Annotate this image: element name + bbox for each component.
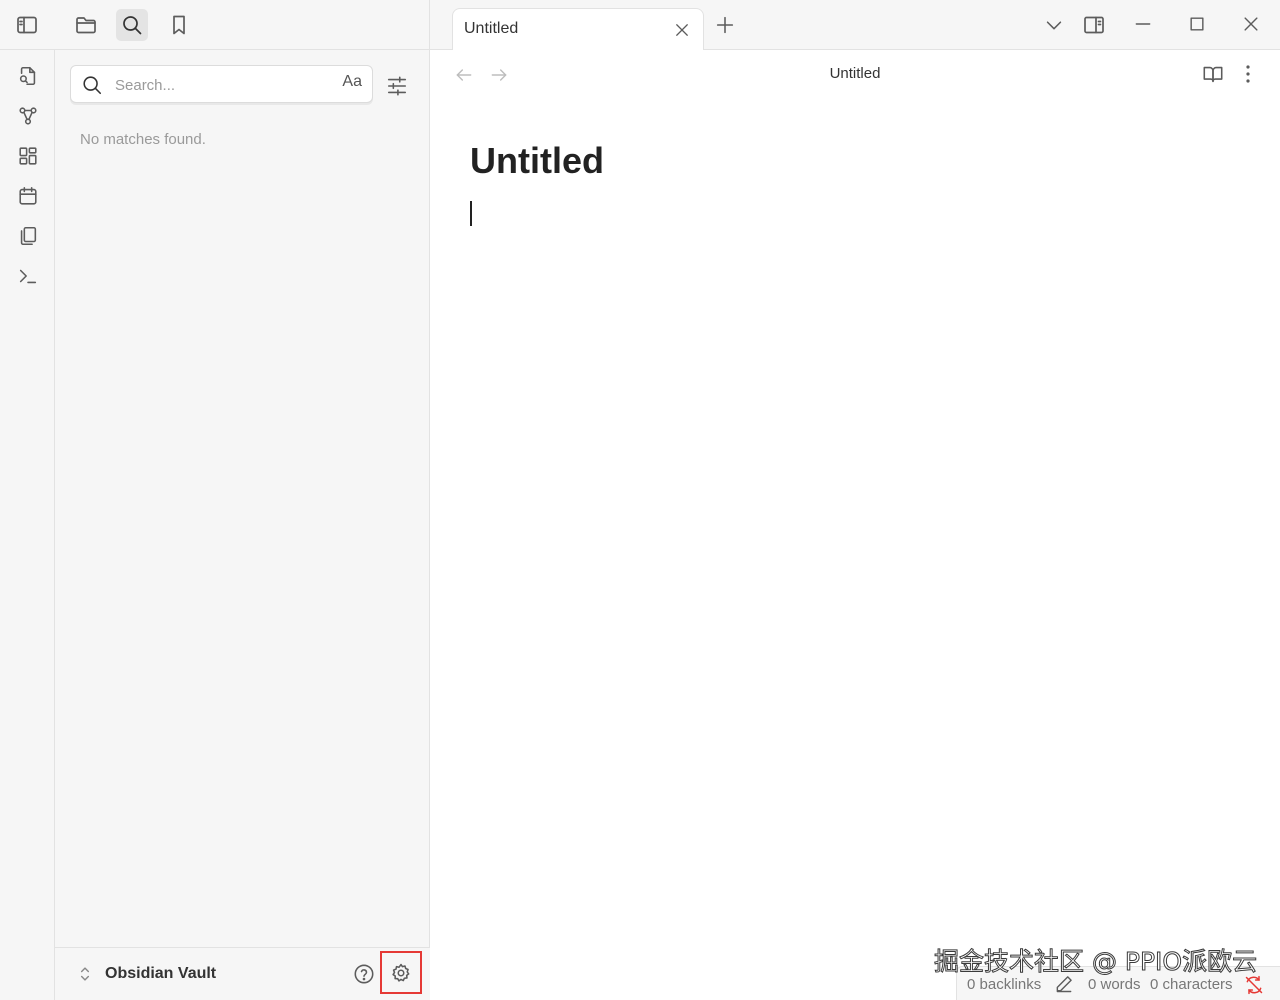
status-words: 0 words [1088, 976, 1141, 993]
sliders-icon [387, 76, 407, 96]
vault-switcher-bar: Obsidian Vault [55, 947, 430, 1000]
tab-bar: Untitled [430, 0, 1280, 51]
view-header-title[interactable]: Untitled [830, 65, 881, 82]
text-cursor [470, 201, 472, 226]
vault-name[interactable]: Obsidian Vault [105, 965, 216, 983]
bookmark-icon [173, 15, 185, 35]
graph-view-icon [19, 107, 37, 125]
sync-error-icon[interactable] [1244, 975, 1264, 995]
command-palette-icon [19, 269, 37, 284]
chevrons-up-down-icon[interactable] [75, 964, 95, 984]
minimize-icon[interactable] [1133, 14, 1153, 34]
search-panel: Aa No matches found. Obsidian Vault [55, 50, 430, 1000]
gear-icon [392, 963, 410, 982]
new-tab-icon[interactable] [714, 14, 736, 36]
search-icon [83, 76, 102, 95]
open-quick-switcher-icon [19, 66, 36, 86]
search-settings-button[interactable] [383, 72, 411, 100]
files-tab-button[interactable] [70, 9, 102, 41]
daily-note-calendar-icon [19, 186, 37, 205]
book-open-icon[interactable] [1202, 63, 1224, 85]
editor-pane: Untitled Untitled [430, 50, 1280, 1000]
sidebar-toggle-icon [17, 16, 37, 34]
folder-icon [76, 17, 96, 34]
ribbon-graph-view-button[interactable] [14, 102, 42, 130]
right-sidebar-toggle-icon[interactable] [1082, 13, 1106, 37]
search-box: Aa [70, 65, 373, 103]
sidebar-header [0, 0, 430, 50]
search-icon [123, 16, 142, 35]
canvas-icon [19, 147, 37, 165]
sidebar-toggle-button[interactable] [11, 9, 43, 41]
search-empty-message: No matches found. [80, 131, 206, 148]
templates-icon [20, 226, 37, 246]
ribbon-canvas-button[interactable] [14, 142, 42, 170]
status-backlinks[interactable]: 0 backlinks [967, 976, 1041, 993]
status-characters: 0 characters [1150, 976, 1233, 993]
tab-untitled[interactable]: Untitled [452, 8, 704, 51]
watermark: 掘金技术社区 @ PPIO派欧云 [933, 947, 1258, 977]
settings-button[interactable] [380, 951, 422, 994]
window-close-icon[interactable] [1241, 14, 1261, 34]
help-icon[interactable] [353, 963, 375, 985]
match-case-button[interactable]: Aa [342, 73, 362, 91]
ribbon-templates-button[interactable] [14, 222, 42, 250]
note-title[interactable]: Untitled [470, 140, 604, 182]
ribbon-daily-note-button[interactable] [14, 182, 42, 210]
ribbon-quick-switcher-button[interactable] [14, 62, 42, 90]
search-input[interactable] [115, 74, 335, 96]
tab-label: Untitled [464, 20, 519, 37]
more-options-icon[interactable] [1238, 63, 1258, 85]
ribbon-command-palette-button[interactable] [14, 262, 42, 290]
maximize-icon[interactable] [1187, 14, 1207, 34]
bookmarks-tab-button[interactable] [163, 9, 195, 41]
close-icon[interactable] [673, 21, 691, 39]
left-ribbon [0, 50, 55, 1000]
tab-list-chevron-down-icon[interactable] [1043, 14, 1065, 36]
search-tab-button[interactable] [116, 9, 148, 41]
